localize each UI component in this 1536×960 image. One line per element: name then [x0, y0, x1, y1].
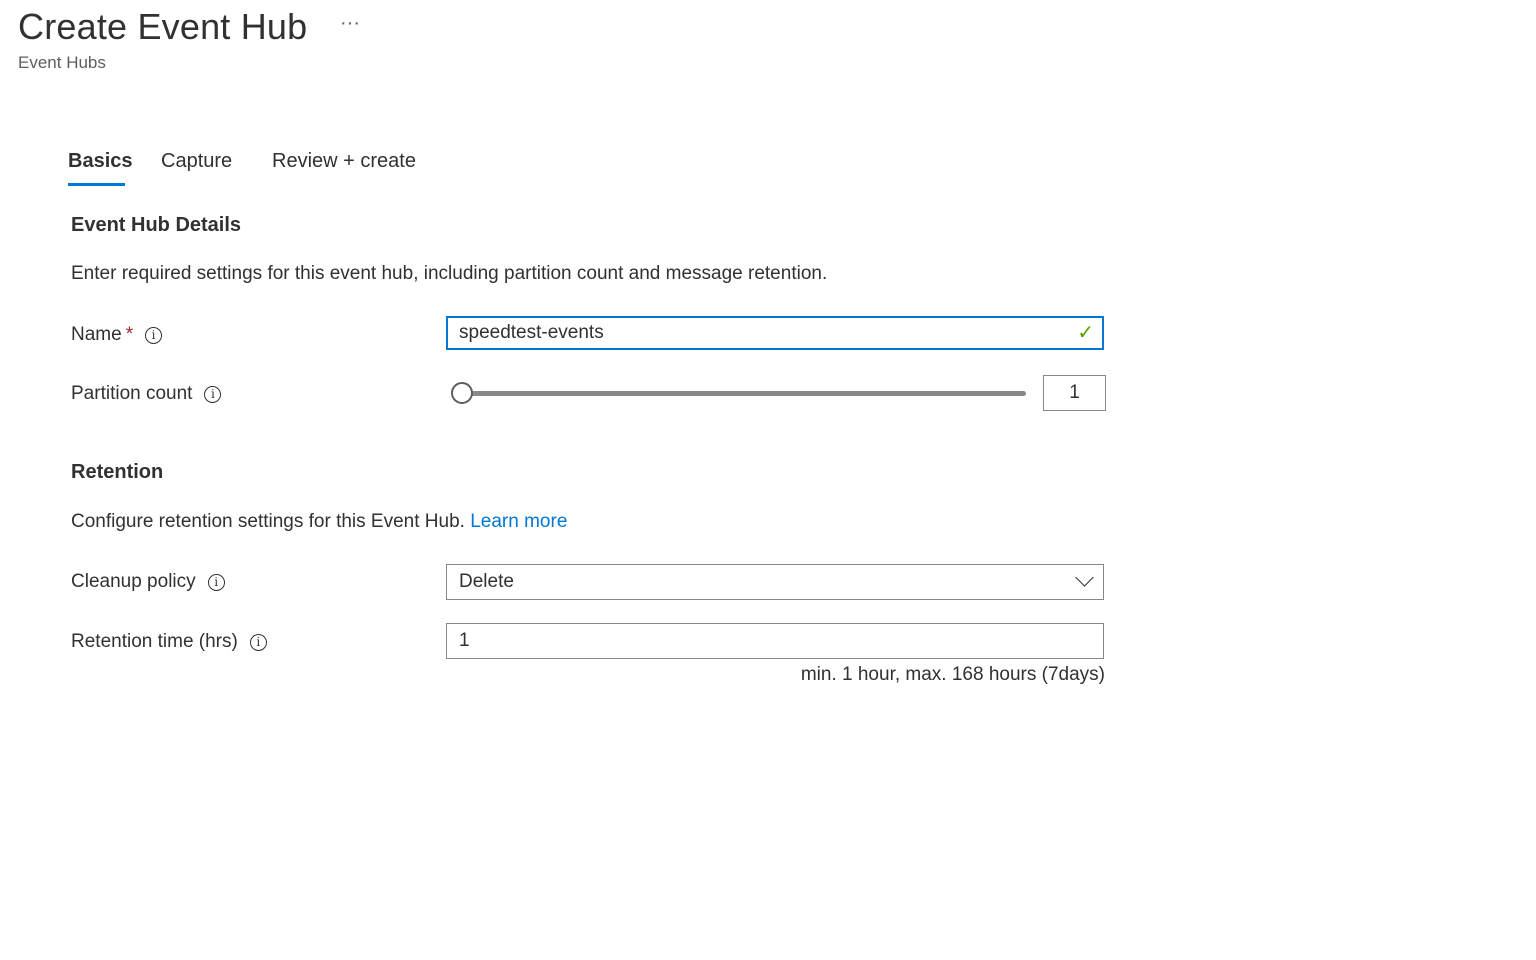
page-title: Create Event Hub [18, 6, 308, 47]
cleanup-policy-label-text: Cleanup policy [71, 571, 196, 592]
name-label-text: Name [71, 324, 122, 345]
chevron-down-icon [1075, 568, 1094, 587]
retention-time-label: Retention time (hrs) i [71, 631, 267, 653]
active-tab-indicator [68, 183, 125, 186]
info-icon[interactable]: i [207, 574, 225, 591]
required-marker: * [125, 324, 134, 345]
tab-review-create[interactable]: Review + create [272, 150, 416, 173]
partition-count-label-text: Partition count [71, 383, 193, 404]
retention-time-hint: min. 1 hour, max. 168 hours (7days) [800, 664, 1105, 685]
partition-count-input[interactable]: 1 [1043, 375, 1106, 411]
retention-heading: Retention [71, 461, 164, 483]
info-icon[interactable]: i [249, 634, 267, 651]
name-input-value: speedtest-events [459, 322, 604, 343]
retention-time-label-text: Retention time (hrs) [71, 631, 238, 652]
retention-description-text: Configure retention settings for this Ev… [71, 511, 465, 532]
event-hub-details-description: Enter required settings for this event h… [71, 263, 828, 284]
partition-count-slider-track[interactable] [460, 391, 1026, 396]
partition-count-slider-thumb[interactable] [451, 382, 473, 404]
info-icon[interactable]: i [145, 327, 163, 344]
cleanup-policy-value: Delete [459, 571, 514, 592]
page-subtitle: Event Hubs [18, 53, 106, 72]
checkmark-icon: ✓ [1077, 322, 1094, 344]
learn-more-link[interactable]: Learn more [470, 511, 567, 532]
info-icon[interactable]: i [204, 386, 222, 403]
retention-description: Configure retention settings for this Ev… [71, 511, 567, 533]
tab-capture[interactable]: Capture [161, 150, 232, 173]
event-hub-details-heading: Event Hub Details [71, 214, 242, 236]
more-options-button[interactable]: ··· [340, 12, 360, 35]
partition-count-label: Partition count i [71, 383, 222, 405]
cleanup-policy-dropdown[interactable]: Delete [446, 564, 1104, 600]
name-label: Name * i [71, 324, 163, 346]
name-input[interactable]: speedtest-events ✓ [446, 316, 1104, 350]
retention-time-input[interactable]: 1 [446, 623, 1104, 659]
cleanup-policy-label: Cleanup policy i [71, 571, 225, 593]
tab-basics[interactable]: Basics [68, 150, 133, 173]
